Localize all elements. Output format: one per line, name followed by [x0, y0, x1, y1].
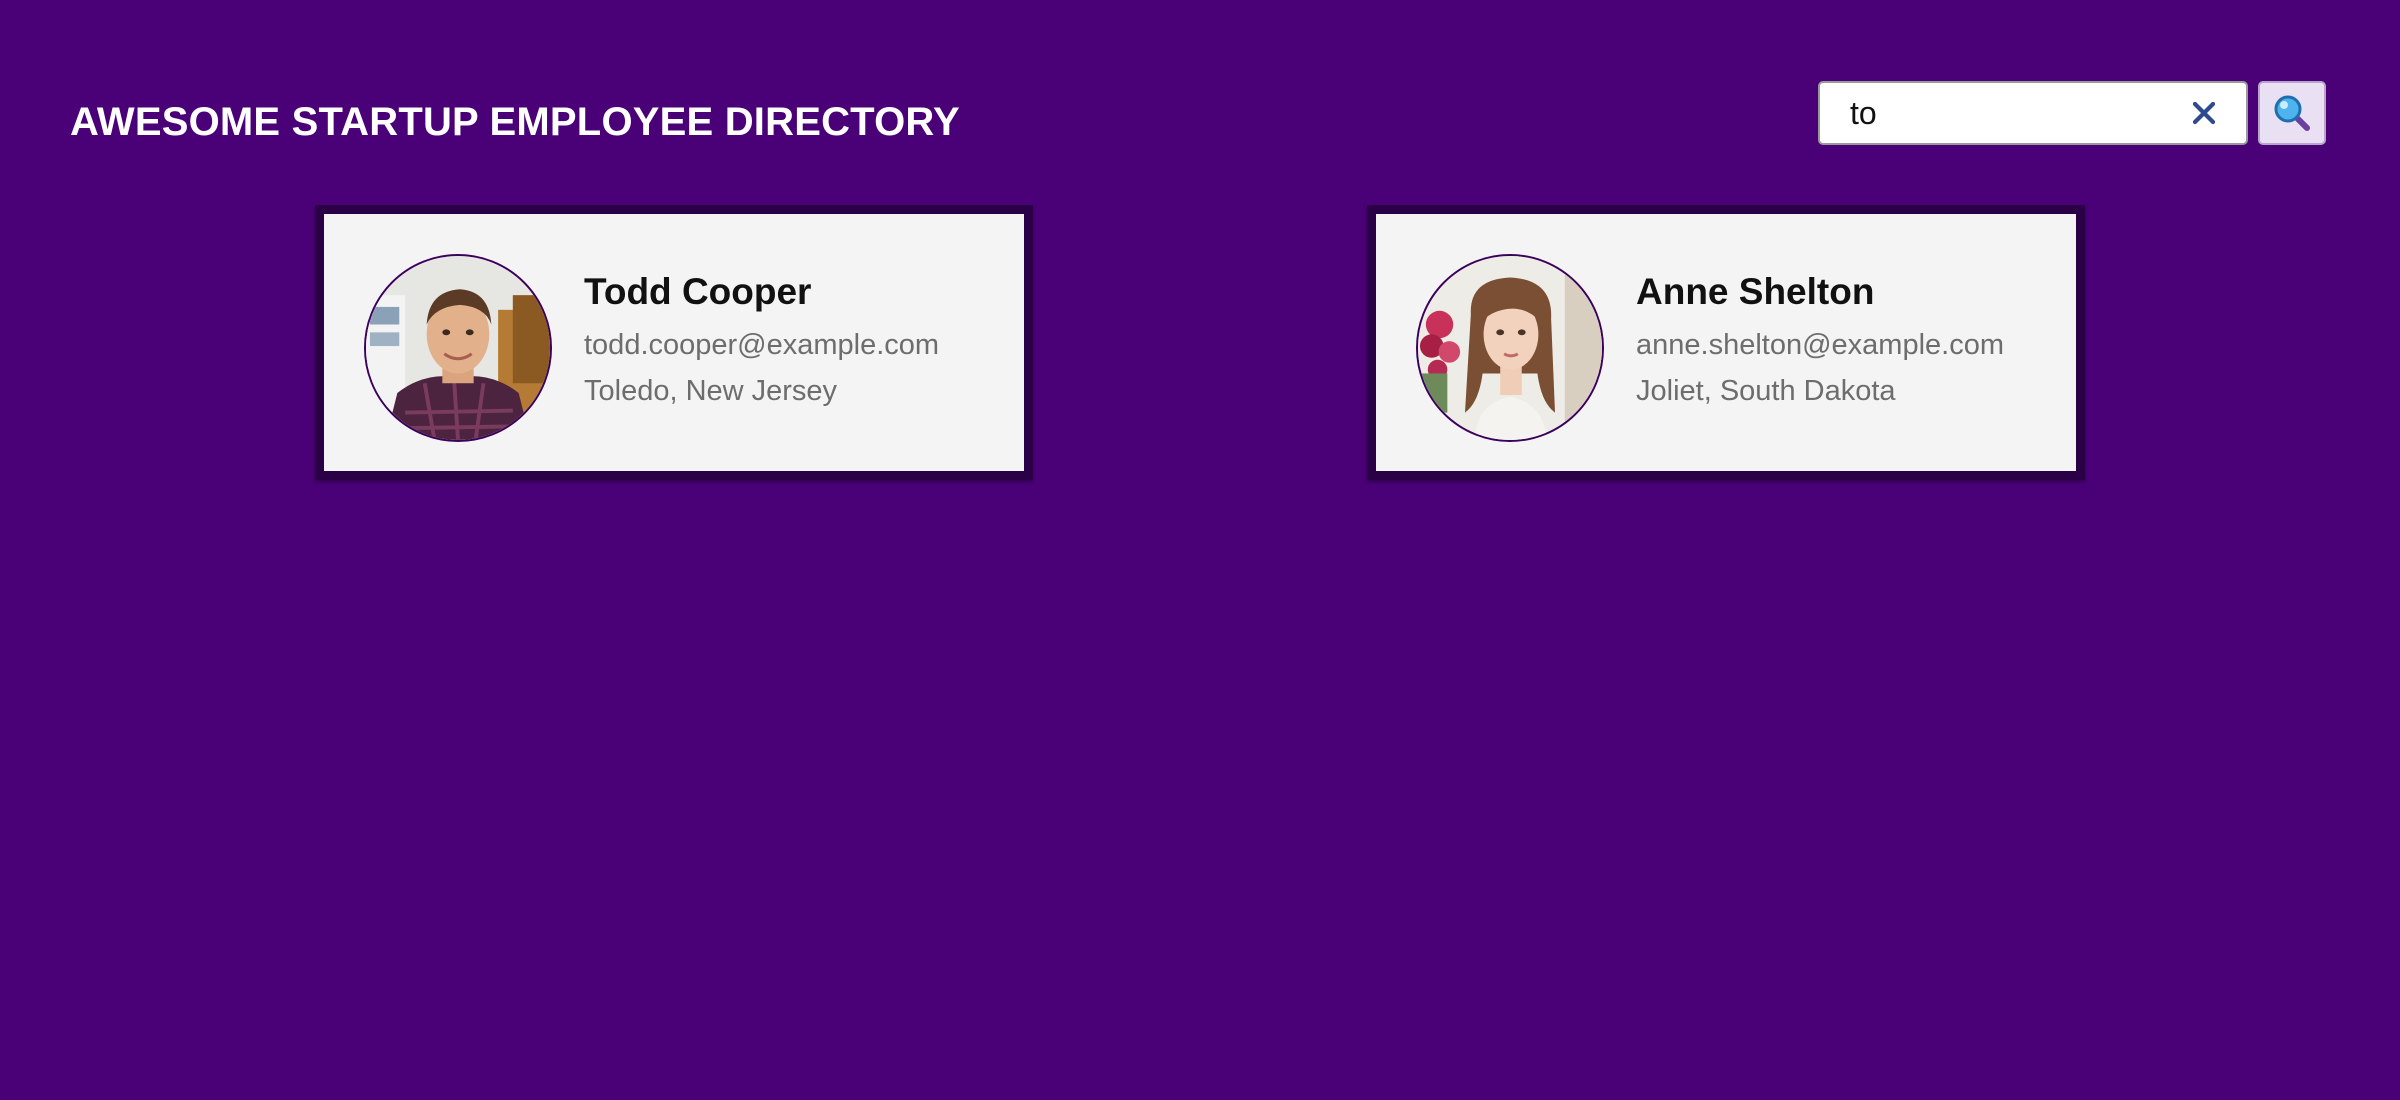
employee-photo-icon [366, 256, 550, 440]
employee-photo [1416, 254, 1604, 442]
employee-info: Todd Cooper todd.cooper@example.com Tole… [584, 269, 939, 409]
employee-card[interactable]: Todd Cooper todd.cooper@example.com Tole… [315, 205, 1033, 480]
page-title: AWESOME STARTUP EMPLOYEE DIRECTORY [70, 100, 960, 144]
employee-name: Anne Shelton [1636, 271, 1875, 312]
employee-location: Joliet, South Dakota [1636, 375, 1896, 407]
search-form [1818, 80, 2326, 146]
search-box [1818, 81, 2248, 145]
employee-photo-icon [1418, 256, 1602, 440]
search-input[interactable] [1820, 83, 2160, 143]
close-icon [2192, 101, 2216, 125]
employee-card[interactable]: Anne Shelton anne.shelton@example.com Jo… [1367, 205, 2085, 480]
employee-email: todd.cooper@example.com [584, 329, 940, 361]
employee-photo [364, 254, 552, 442]
search-icon [2274, 95, 2310, 131]
search-button[interactable] [2258, 81, 2326, 145]
employee-email: anne.shelton@example.com [1636, 329, 2004, 361]
clear-search-button[interactable] [2186, 95, 2222, 131]
employee-info: Anne Shelton anne.shelton@example.com Jo… [1636, 269, 2004, 409]
employee-name: Todd Cooper [584, 271, 812, 312]
employee-location: Toledo, New Jersey [584, 375, 838, 407]
